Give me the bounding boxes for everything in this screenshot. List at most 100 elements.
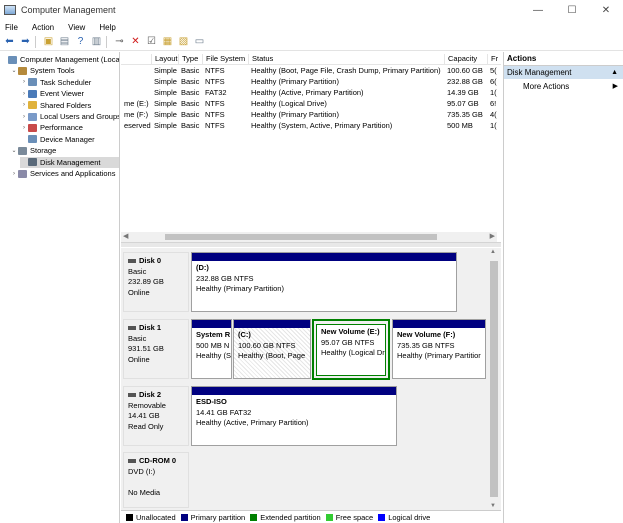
table-row[interactable]: me (E:) Simple Basic NTFS Healthy (Logical D… bbox=[121, 99, 501, 110]
chevron-right-icon[interactable]: › bbox=[20, 79, 28, 85]
legend-swatch bbox=[180, 513, 188, 521]
scroll-thumb[interactable] bbox=[490, 261, 498, 497]
column-status[interactable]: Status bbox=[248, 54, 444, 65]
disk-0-label[interactable]: Disk 0 Basic 232.89 GB Online bbox=[123, 252, 189, 312]
tree-item[interactable]: › Services and Applications bbox=[10, 168, 115, 179]
search-folder-icon[interactable]: ▧ bbox=[177, 36, 190, 49]
forward-arrow-icon[interactable]: ➡ bbox=[19, 36, 32, 49]
up-folder-icon[interactable]: ▣ bbox=[42, 36, 55, 49]
chevron-down-icon[interactable]: ⌄ bbox=[10, 147, 18, 154]
tree-item[interactable]: Disk Management bbox=[20, 156, 119, 168]
column-type[interactable]: Type bbox=[178, 54, 202, 65]
table-cell: 232.88 GB bbox=[447, 77, 483, 86]
scroll-thumb[interactable] bbox=[165, 234, 437, 240]
tree-item[interactable]: Computer Management (Local) bbox=[0, 54, 120, 65]
partition-e[interactable]: New Volume (E:) 95.07 GB NTFS Healthy (L… bbox=[316, 324, 386, 376]
view-icon[interactable]: ▭ bbox=[193, 36, 206, 49]
folder-icon bbox=[28, 101, 37, 110]
more-actions-item[interactable]: More Actions ▶ bbox=[504, 79, 623, 93]
performance-icon bbox=[28, 123, 37, 132]
legend-label: Primary partition bbox=[190, 512, 246, 522]
menu-view[interactable]: View bbox=[68, 23, 85, 32]
chevron-right-icon[interactable]: › bbox=[20, 91, 28, 97]
menu-file[interactable]: File bbox=[5, 23, 18, 32]
tree-item[interactable]: ⌄ System Tools bbox=[10, 65, 74, 76]
column-capacity[interactable]: Capacity bbox=[444, 54, 487, 65]
tools-icon bbox=[18, 66, 27, 75]
horizontal-scrollbar[interactable]: ◀ ▶ bbox=[121, 232, 497, 242]
chevron-right-icon[interactable]: › bbox=[20, 114, 28, 120]
tree-item[interactable]: › Local Users and Groups bbox=[20, 111, 119, 122]
help-icon[interactable]: ? bbox=[74, 36, 87, 49]
properties-icon[interactable]: ▤ bbox=[58, 36, 71, 49]
tree-item[interactable]: Device Manager bbox=[20, 134, 95, 145]
back-arrow-icon[interactable]: ⬅ bbox=[3, 36, 16, 49]
table-row[interactable]: me (F:) Simple Basic NTFS Healthy (Primary P… bbox=[121, 110, 501, 121]
disk-1-label[interactable]: Disk 1 Basic 931.51 GB Online bbox=[123, 319, 189, 379]
tree-item-label: System Tools bbox=[30, 66, 75, 76]
maximize-button[interactable]: ☐ bbox=[555, 0, 589, 20]
tree-item[interactable]: › Event Viewer bbox=[20, 88, 84, 99]
delete-icon[interactable]: ✕ bbox=[129, 36, 142, 49]
tree-item[interactable]: › Shared Folders bbox=[20, 100, 91, 111]
legend: Unallocated Primary partition Extended par… bbox=[121, 510, 501, 523]
disk-2-label[interactable]: Disk 2 Removable 14.41 GB Read Only bbox=[123, 386, 189, 446]
legend-label: Free space bbox=[335, 512, 374, 522]
chevron-right-icon[interactable]: › bbox=[20, 125, 28, 131]
cdrom-0-label[interactable]: CD-ROM 0 DVD (I:) No Media bbox=[123, 452, 189, 508]
table-cell: NTFS bbox=[205, 77, 225, 86]
close-button[interactable]: ✕ bbox=[589, 0, 623, 20]
legend-swatch bbox=[126, 513, 133, 521]
table-row[interactable]: Simple Basic NTFS Healthy (Boot, Page File,… bbox=[121, 66, 501, 77]
scroll-up-icon[interactable]: ▲ bbox=[490, 249, 496, 255]
collapse-up-icon[interactable]: ▲ bbox=[611, 69, 618, 76]
table-cell: eserved bbox=[124, 121, 151, 130]
tree-item-label: Computer Management (Local) bbox=[20, 55, 120, 64]
scroll-down-icon[interactable]: ▼ bbox=[490, 503, 496, 509]
partition-esd-iso[interactable]: ESD-ISO 14.41 GB FAT32 Healthy (Active, … bbox=[191, 386, 397, 446]
computer-icon bbox=[8, 55, 17, 64]
table-cell: Basic bbox=[181, 110, 200, 119]
tree-item-label: Disk Management bbox=[40, 157, 101, 167]
vertical-scrollbar[interactable]: ▲ ▼ bbox=[487, 248, 501, 510]
show-hide-pane-icon[interactable]: ▥ bbox=[90, 36, 103, 49]
column-file-system[interactable]: File System bbox=[202, 54, 248, 65]
menu-help[interactable]: Help bbox=[99, 23, 115, 32]
tree-item-label: Shared Folders bbox=[40, 100, 92, 110]
menu-action[interactable]: Action bbox=[32, 23, 54, 32]
chevron-right-icon[interactable]: › bbox=[10, 171, 18, 177]
table-cell: NTFS bbox=[205, 121, 225, 130]
scroll-right-icon[interactable]: ▶ bbox=[490, 232, 495, 240]
new-folder-icon[interactable]: ▦ bbox=[161, 36, 174, 49]
tree-item[interactable]: › Task Scheduler bbox=[20, 77, 91, 88]
table-cell: Basic bbox=[181, 99, 200, 108]
table-row[interactable]: Simple Basic FAT32 Healthy (Active, Primary… bbox=[121, 88, 501, 99]
legend-label: Unallocated bbox=[136, 512, 176, 522]
partition-c[interactable]: (C:) 100.60 GB NTFS Healthy (Boot, Page bbox=[233, 319, 311, 379]
column-free-space[interactable]: Fr bbox=[487, 54, 501, 65]
table-cell bbox=[121, 66, 151, 77]
chevron-right-icon[interactable]: › bbox=[20, 102, 28, 108]
column-layout[interactable]: Layout bbox=[151, 54, 178, 65]
table-row[interactable]: Simple Basic NTFS Healthy (Primary Partitio… bbox=[121, 77, 501, 88]
table-cell: Healthy (Logical Drive) bbox=[251, 99, 327, 108]
table-cell: Healthy (Boot, Page File, Crash Dump, Pr… bbox=[251, 66, 441, 75]
table-row[interactable]: eserved Simple Basic NTFS Healthy (System, A… bbox=[121, 121, 501, 132]
chevron-down-icon[interactable]: ⌄ bbox=[10, 67, 18, 74]
scroll-left-icon[interactable]: ◀ bbox=[123, 232, 128, 240]
partition-system-reserved[interactable]: System R 500 MB N Healthy (S bbox=[191, 319, 232, 379]
tree-item[interactable]: › Performance bbox=[20, 122, 83, 133]
column-volume[interactable] bbox=[121, 54, 151, 65]
clock-icon bbox=[28, 78, 37, 87]
pane-splitter[interactable] bbox=[121, 242, 501, 247]
center-pane: Layout Type File System Status Capacity … bbox=[121, 52, 501, 523]
actions-section-disk-management[interactable]: Disk Management ▲ bbox=[504, 66, 623, 79]
tree-item[interactable]: ⌄ Storage bbox=[10, 145, 56, 156]
table-cell: 1( bbox=[490, 121, 497, 130]
checklist-icon[interactable]: ☑ bbox=[145, 36, 158, 49]
partition-f[interactable]: New Volume (F:) 735.35 GB NTFS Healthy (… bbox=[392, 319, 486, 379]
tree-item-label: Services and Applications bbox=[30, 169, 116, 178]
minimize-button[interactable]: — bbox=[521, 0, 555, 20]
partition-d[interactable]: (D:) 232.88 GB NTFS Healthy (Primary Par… bbox=[191, 252, 457, 312]
connect-icon[interactable]: ⊸ bbox=[113, 36, 126, 49]
